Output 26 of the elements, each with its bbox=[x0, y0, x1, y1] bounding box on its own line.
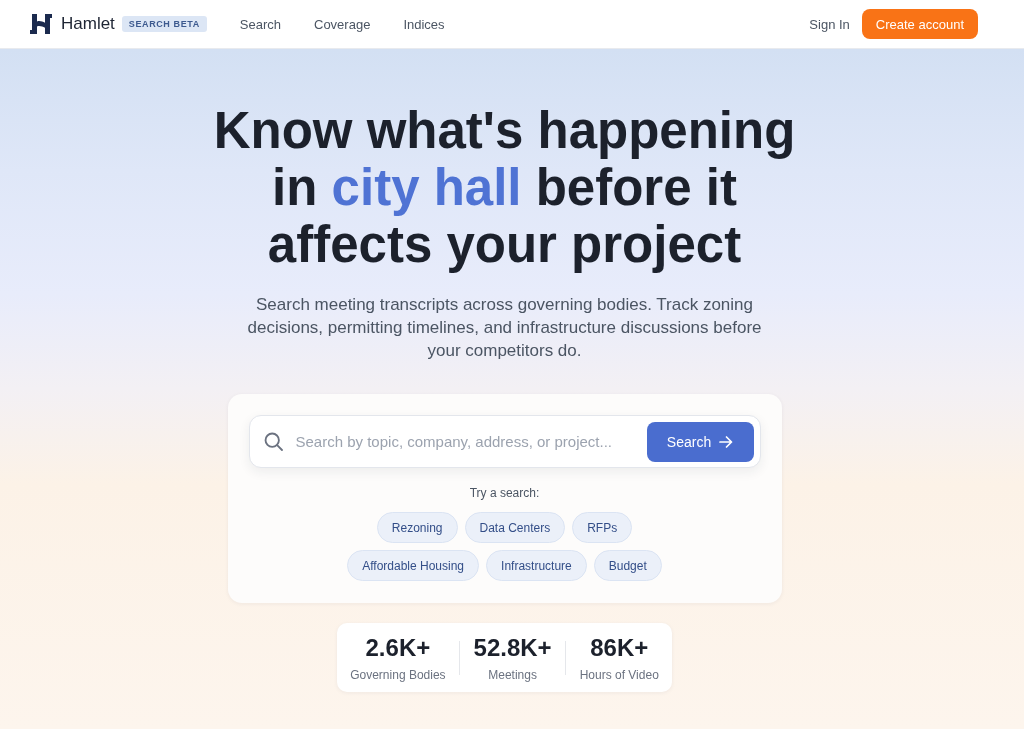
stat-label: Hours of Video bbox=[579, 666, 659, 683]
stat-value: 86K+ bbox=[590, 632, 649, 663]
suggestion-chip[interactable]: Affordable Housing bbox=[347, 550, 480, 581]
logo-icon bbox=[30, 14, 52, 34]
suggestion-chip[interactable]: Infrastructure bbox=[486, 550, 587, 581]
stat-value: 2.6K+ bbox=[365, 632, 431, 663]
stat-value: 52.8K+ bbox=[473, 632, 552, 663]
beta-badge: SEARCH BETA bbox=[121, 16, 207, 32]
search-field[interactable]: Search by topic, company, address, or project... Search bbox=[248, 415, 761, 468]
hero-subtitle: Search meeting transcripts across governing bodies. Track zoning decisions, permitting timelines, and infrastructure discussions before your competitors do. bbox=[246, 294, 763, 362]
sign-in-link[interactable]: Sign In bbox=[809, 16, 850, 32]
brand-name: Hamlet bbox=[61, 14, 115, 34]
nav-link[interactable]: Indices bbox=[403, 16, 445, 32]
hero-heading: Know what's happening in city hall before it affects your project bbox=[212, 102, 797, 273]
suggestion-chip[interactable]: Budget bbox=[593, 550, 662, 581]
stat-label: Meetings bbox=[488, 666, 537, 683]
search-icon bbox=[263, 432, 283, 451]
suggestion-chip[interactable]: Data Centers bbox=[464, 512, 566, 543]
nav-link[interactable]: Search bbox=[239, 16, 281, 32]
suggestions-label: Try a search: bbox=[468, 485, 541, 501]
search-button[interactable]: Search bbox=[646, 421, 754, 462]
nav-link[interactable]: Coverage bbox=[314, 16, 371, 32]
stat-label: Governing Bodies bbox=[350, 666, 446, 683]
suggestion-chip[interactable]: RFPs bbox=[572, 512, 633, 543]
suggestion-chip[interactable]: Rezoning bbox=[376, 512, 458, 543]
arrow-right-icon bbox=[719, 434, 734, 449]
